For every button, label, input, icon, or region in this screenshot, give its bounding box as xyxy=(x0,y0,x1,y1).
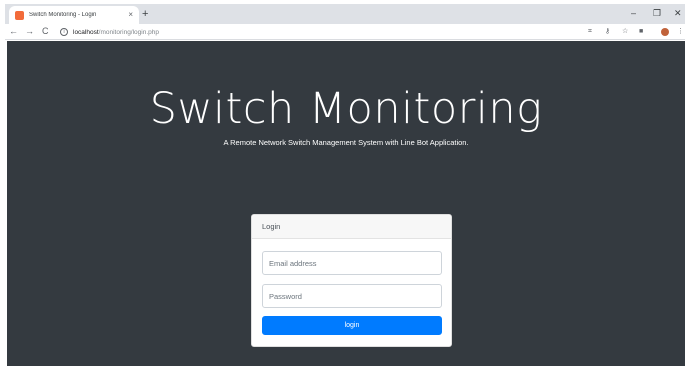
login-card: Login login xyxy=(251,214,452,347)
login-page: Switch Monitoring A Remote Network Switc… xyxy=(7,41,685,366)
info-icon[interactable]: i xyxy=(60,28,68,36)
translate-icon[interactable]: ⌗ xyxy=(588,27,592,37)
reload-icon[interactable]: C xyxy=(42,26,49,37)
forward-icon[interactable]: → xyxy=(25,26,34,37)
browser-window: Switch Monitoring - Login × + – ❐ ✕ ← → … xyxy=(5,4,685,366)
star-icon[interactable]: ☆ xyxy=(622,27,628,37)
minimize-icon[interactable]: – xyxy=(631,7,636,19)
back-icon[interactable]: ← xyxy=(9,26,18,37)
new-tab-button[interactable]: + xyxy=(142,8,148,20)
tab-close-icon[interactable]: × xyxy=(128,11,133,19)
login-button[interactable]: login xyxy=(262,316,442,335)
page-subtitle: A Remote Network Switch Management Syste… xyxy=(223,138,469,147)
browser-toolbar: ← → C i localhost/monitoring/login.php ⌗… xyxy=(5,24,685,40)
tab-strip: Switch Monitoring - Login × + – ❐ ✕ xyxy=(5,4,685,24)
key-icon[interactable]: ⚷ xyxy=(605,27,610,37)
url-host: localhost xyxy=(73,28,99,36)
url-path: /monitoring/login.php xyxy=(98,28,160,36)
restore-icon[interactable]: ❐ xyxy=(653,7,661,19)
tab-title: Switch Monitoring - Login xyxy=(29,12,97,18)
favicon-icon xyxy=(15,10,24,20)
page-title: Switch Monitoring xyxy=(149,84,543,134)
profile-icon[interactable] xyxy=(661,28,669,36)
login-card-header: Login xyxy=(252,215,451,239)
menu-icon[interactable]: ⋮ xyxy=(677,27,684,37)
tab-switch-monitoring[interactable]: Switch Monitoring - Login × xyxy=(9,6,139,24)
password-field[interactable] xyxy=(262,284,442,308)
extension-icon[interactable]: ■ xyxy=(639,27,643,37)
address-bar[interactable]: i localhost/monitoring/login.php xyxy=(60,26,577,38)
email-field[interactable] xyxy=(262,251,442,275)
close-window-icon[interactable]: ✕ xyxy=(674,7,682,19)
